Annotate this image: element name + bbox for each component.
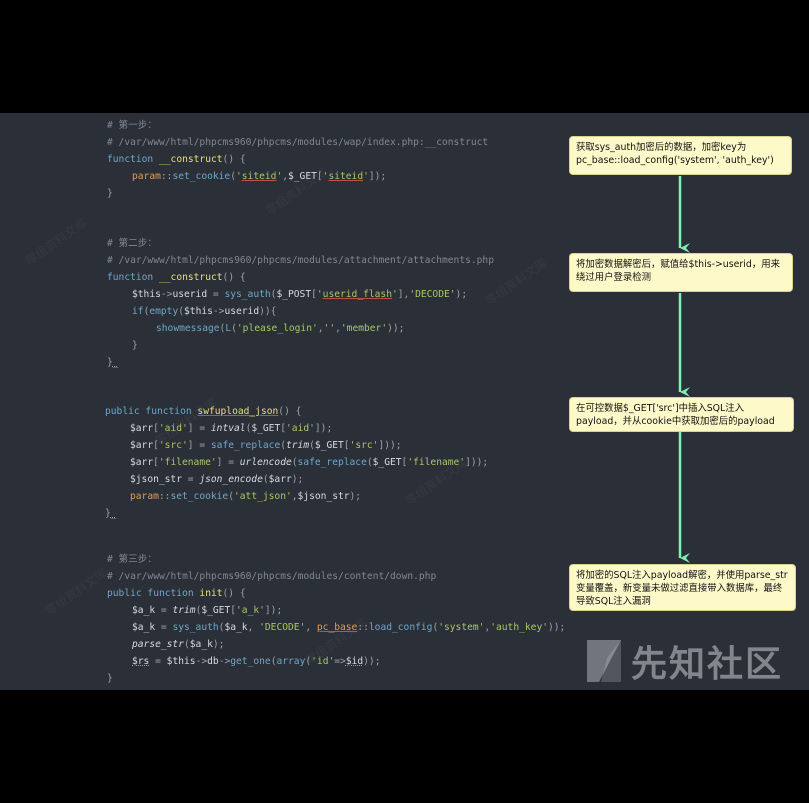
annotation-note-3: 在可控数据$_GET['src']中插入SQL注入payload，并从cooki… (569, 397, 794, 432)
code-line: $rs = $this->db->get_one(array('id'=>$id… (132, 656, 381, 667)
code-line: } (107, 673, 113, 684)
code-line: }_ (105, 508, 117, 519)
code-line: } (107, 188, 113, 199)
code-line: $arr['filename'] = urlencode(safe_replac… (130, 457, 489, 468)
code-line: # 第三步： (107, 551, 157, 568)
step2-path: # /var/www/html/phpcms960/phpcms/modules… (107, 255, 494, 266)
code-line: public function init() { (107, 588, 246, 599)
code-line: $a_k = trim($_GET['a_k']); (132, 605, 283, 616)
code-line: param::set_cookie('att_json',$json_str); (130, 491, 362, 502)
step1-path: # /var/www/html/phpcms960/phpcms/modules… (107, 137, 489, 148)
step2-comment: # 第二步： (107, 238, 157, 249)
code-line: } (132, 340, 138, 351)
code-line: # 第一步： (107, 117, 157, 134)
step1-comment: # 第一步： (107, 120, 157, 131)
code-line: # /var/www/html/phpcms960/phpcms/modules… (107, 568, 436, 585)
code-line: public function swfupload_json() { (105, 406, 302, 417)
code-line: if(empty($this->userid)){ (132, 306, 277, 317)
watermark: 零组资料文库 (22, 215, 90, 269)
code-line: }_ (107, 357, 119, 368)
code-line: parse_str($a_k); (132, 639, 225, 650)
xianzhi-logo-icon (587, 640, 621, 682)
annotation-note-1: 获取sys_auth加密后的数据，加密key为pc_base::load_con… (569, 136, 792, 175)
code-line: function __construct() { (107, 272, 246, 283)
code-line: function __construct() { (107, 154, 246, 165)
code-line: # /var/www/html/phpcms960/phpcms/modules… (107, 252, 494, 269)
code-line: param::set_cookie('siteid',$_GET['siteid… (132, 171, 387, 182)
code-line: # /var/www/html/phpcms960/phpcms/modules… (107, 134, 488, 151)
code-line: $arr['src'] = safe_replace(trim($_GET['s… (130, 440, 402, 451)
code-line: $json_str = json_encode($arr); (130, 474, 304, 485)
watermark: 零组资料文库 (42, 565, 110, 619)
step3-path: # /var/www/html/phpcms960/phpcms/modules… (107, 571, 437, 582)
code-line: $this->userid = sys_auth($_POST['userid_… (132, 289, 468, 300)
code-line: showmessage(L('please_login','','member'… (156, 323, 405, 334)
code-line: # 第二步： (107, 235, 157, 252)
step3-comment: # 第三步： (107, 554, 157, 565)
xianzhi-logo: 先知社区 (585, 636, 795, 686)
annotation-note-4: 将加密的SQL注入payload解密，并使用parse_str变量覆盖，新变量未… (569, 564, 796, 611)
code-line: $arr['aid'] = intval($_GET['aid']); (130, 423, 333, 434)
code-line: $a_k = sys_auth($a_k, 'DECODE', pc_base:… (132, 622, 566, 633)
logo-text: 先知社区 (631, 644, 784, 685)
annotation-note-2: 将加密数据解密后，赋值给$this->userid，用来绕过用户登录检测 (569, 253, 793, 292)
